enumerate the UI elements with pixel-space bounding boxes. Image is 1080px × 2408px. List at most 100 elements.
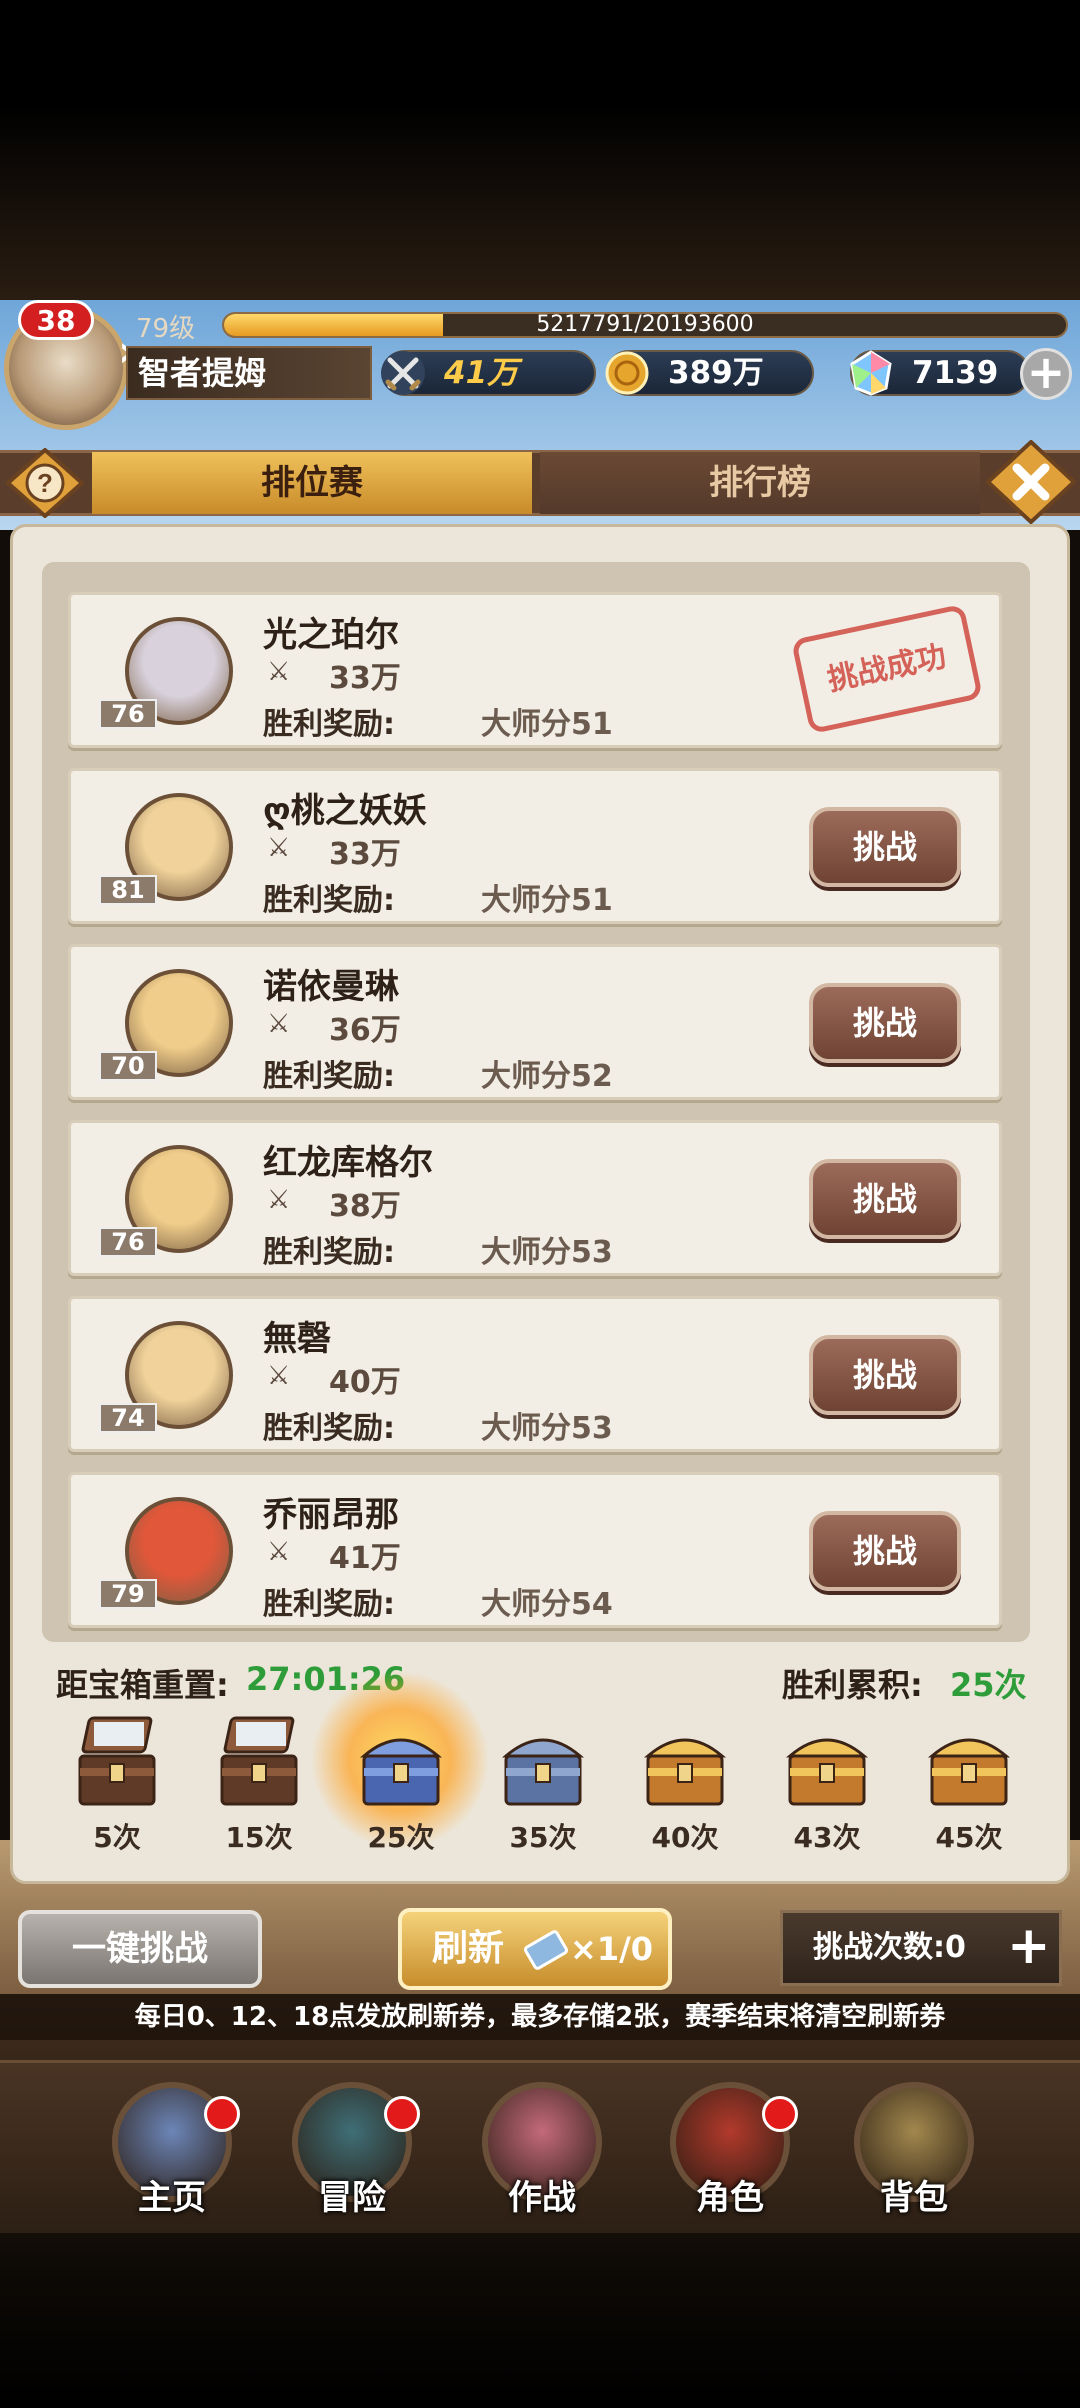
chest-requirement: 40次 xyxy=(651,1821,719,1854)
challenge-success-stamp: 挑战成功 xyxy=(790,603,984,735)
crossed-swords-icon: ⚔ xyxy=(267,833,291,863)
challenge-count-box: 挑战次数:0 + xyxy=(780,1910,1062,1986)
challenge-button[interactable]: 挑战 xyxy=(809,1159,961,1239)
crossed-swords-icon: ⚔ xyxy=(267,1185,291,1215)
challenge-button[interactable]: 挑战 xyxy=(809,1335,961,1415)
chest-icon xyxy=(927,1738,1011,1806)
tab-leaderboard[interactable]: 排行榜 xyxy=(540,452,980,514)
power-display: 41万 xyxy=(381,350,596,396)
rainbow-gem-icon xyxy=(846,348,896,398)
chest-reward-silver[interactable]: 35次 xyxy=(488,1716,598,1854)
chest-icon xyxy=(785,1738,869,1806)
nav-label: 冒险 xyxy=(318,2178,386,2218)
opponent-level: 76 xyxy=(99,699,157,729)
opponent-level: 81 xyxy=(99,875,157,905)
close-icon[interactable] xyxy=(985,439,1077,525)
opponent-power: 33万 xyxy=(329,837,401,872)
notification-dot xyxy=(762,2096,798,2132)
nav-home[interactable]: 主页 xyxy=(92,2066,252,2226)
nav-backpack[interactable]: 背包 xyxy=(834,2066,994,2226)
nav-adventure[interactable]: 冒险 xyxy=(272,2066,432,2226)
opponent-level: 76 xyxy=(99,1227,157,1257)
nav-label: 主页 xyxy=(138,2178,206,2218)
crossed-swords-icon: ⚔ xyxy=(267,1537,291,1567)
opponent-name: 红龙库格尔 xyxy=(263,1143,433,1183)
account-level: 79级 xyxy=(136,314,196,344)
challenge-button[interactable]: 挑战 xyxy=(809,807,961,887)
refresh-button[interactable]: 刷新 ×1/0 xyxy=(398,1908,672,1990)
reward-value: 大师分53 xyxy=(481,1235,613,1270)
one-click-challenge-button[interactable]: 一键挑战 xyxy=(18,1910,262,1988)
nav-battle[interactable]: 作战 xyxy=(462,2066,622,2226)
reward-label: 胜利奖励: xyxy=(263,707,395,742)
opponent-power: 38万 xyxy=(329,1189,401,1224)
opponent-level: 79 xyxy=(99,1579,157,1609)
help-icon[interactable]: ? xyxy=(4,447,86,519)
chest-icon xyxy=(220,1716,298,1806)
reward-label: 胜利奖励: xyxy=(263,1587,395,1622)
nav-label: 背包 xyxy=(880,2178,948,2218)
wins-total-value: 25次 xyxy=(950,1666,1027,1704)
exp-progress-text: 5217791/20193600 xyxy=(536,312,754,337)
chest-reward-opened[interactable]: 5次 xyxy=(62,1716,172,1854)
refresh-ticket-notice: 每日0、12、18点发放刷新券，最多存储2张，赛季结束将清空刷新券 xyxy=(134,2002,946,2032)
reward-value: 大师分51 xyxy=(481,707,613,742)
opponent-power: 36万 xyxy=(329,1013,401,1048)
opponent-name: 光之珀尔 xyxy=(263,615,399,655)
chest-requirement: 5次 xyxy=(93,1821,141,1854)
gem-value: 7139 xyxy=(912,355,999,391)
exp-progress-bar: 5217791/20193600 xyxy=(222,312,1068,338)
notification-dot xyxy=(384,2096,420,2132)
nav-label: 作战 xyxy=(508,2178,576,2218)
chest-icon xyxy=(501,1738,585,1806)
challenge-button[interactable]: 挑战 xyxy=(809,1511,961,1591)
reward-label: 胜利奖励: xyxy=(263,1411,395,1446)
opponent-power: 41万 xyxy=(329,1541,401,1576)
add-challenges-button[interactable]: + xyxy=(1007,1913,1051,1979)
nav-label: 角色 xyxy=(696,2178,764,2218)
nav-characters[interactable]: 角色 xyxy=(650,2066,810,2226)
gold-display: 389万 xyxy=(605,350,814,396)
reward-value: 大师分54 xyxy=(481,1587,613,1622)
reward-label: 胜利奖励: xyxy=(263,883,395,918)
player-name: 智者提姆 xyxy=(126,346,372,400)
chest-icon xyxy=(359,1738,443,1806)
opponent-power: 40万 xyxy=(329,1365,401,1400)
opponent-card: 76 红龙库格尔 ⚔ 38万 胜利奖励: 大师分53 挑战 xyxy=(68,1120,1002,1276)
chest-requirement: 15次 xyxy=(225,1821,293,1854)
challenge-count-label: 挑战次数:0 xyxy=(813,1930,966,1965)
crossed-swords-icon xyxy=(378,348,428,398)
chest-requirement: 43次 xyxy=(793,1821,861,1854)
reward-value: 大师分53 xyxy=(481,1411,613,1446)
opponent-card: 70 诺依曼琳 ⚔ 36万 胜利奖励: 大师分52 挑战 xyxy=(68,944,1002,1100)
notification-dot xyxy=(204,2096,240,2132)
chest-reward-gold[interactable]: 43次 xyxy=(772,1716,882,1854)
opponent-card: 79 乔丽昂那 ⚔ 41万 胜利奖励: 大师分54 挑战 xyxy=(68,1472,1002,1628)
chest-reward-glowing[interactable]: 25次 xyxy=(346,1716,456,1854)
gem-display: 7139 xyxy=(850,350,1030,396)
reward-value: 大师分51 xyxy=(481,883,613,918)
opponent-name: 乔丽昂那 xyxy=(263,1495,399,1535)
opponent-name: 無磬 xyxy=(263,1319,331,1359)
top-background xyxy=(0,0,1080,300)
svg-text:?: ? xyxy=(37,468,53,498)
opponent-level: 74 xyxy=(99,1403,157,1433)
chest-reward-opened[interactable]: 15次 xyxy=(204,1716,314,1854)
challenge-button[interactable]: 挑战 xyxy=(809,983,961,1063)
player-level-badge: 38 xyxy=(18,300,94,340)
opponent-level: 70 xyxy=(99,1051,157,1081)
opponent-card: 74 無磬 ⚔ 40万 胜利奖励: 大师分53 挑战 xyxy=(68,1296,1002,1452)
chest-reward-gold[interactable]: 40次 xyxy=(630,1716,740,1854)
refresh-label: 刷新 xyxy=(432,1928,505,1969)
crossed-swords-icon: ⚔ xyxy=(267,1361,291,1391)
crossed-swords-icon: ⚔ xyxy=(267,657,291,687)
reward-label: 胜利奖励: xyxy=(263,1235,395,1270)
wins-total-label: 胜利累积: xyxy=(782,1666,923,1704)
add-gems-button[interactable]: + xyxy=(1020,348,1072,400)
chest-icon xyxy=(78,1716,156,1806)
tab-ranking-match[interactable]: 排位赛 xyxy=(92,452,532,514)
gold-value: 389万 xyxy=(668,355,764,391)
reward-value: 大师分52 xyxy=(481,1059,613,1094)
chest-reward-gold[interactable]: 45次 xyxy=(914,1716,1024,1854)
opponent-card: 76 光之珀尔 ⚔ 33万 胜利奖励: 大师分51 挑战成功 xyxy=(68,592,1002,748)
